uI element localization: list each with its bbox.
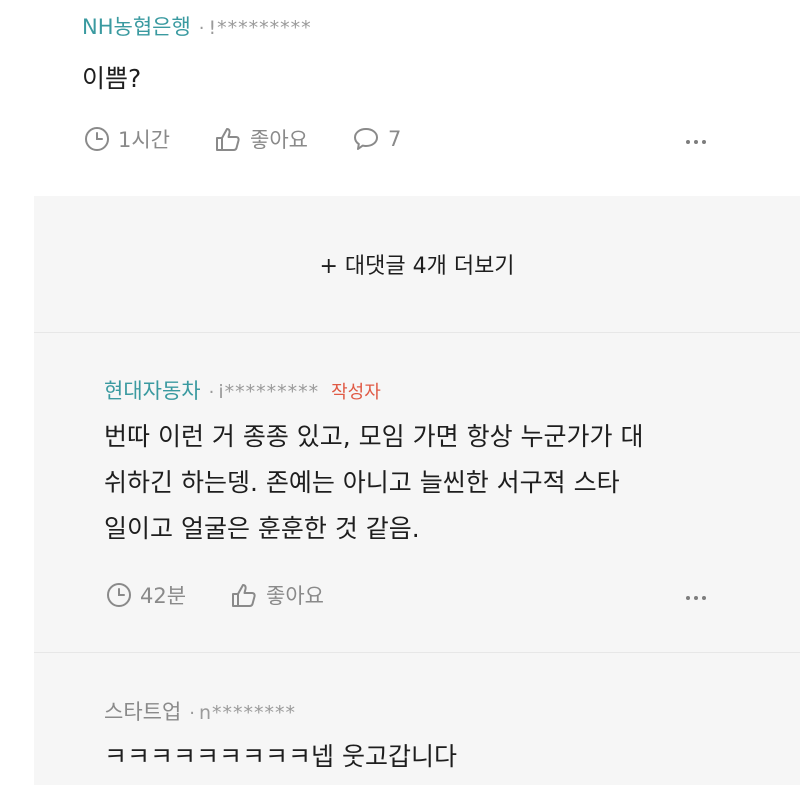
author-company-name[interactable]: 현대자동차 — [104, 375, 201, 405]
reply-text-line: 번따 이런 거 종종 있고, 모임 가면 항상 누군가가 대 — [104, 422, 644, 451]
author-company-name[interactable]: 스타트업 — [104, 696, 181, 726]
reply-author-line: 스타트업 · n******** — [104, 696, 296, 726]
comment-thread: NH농협은행 · !********* 이쁨? 1시간 좋아요 7 + 대댓글 … — [0, 0, 800, 785]
author-separator: · — [189, 703, 196, 724]
thumbs-up-icon — [214, 126, 250, 152]
author-separator: · — [208, 382, 215, 403]
like-button[interactable]: 좋아요 — [230, 580, 324, 610]
author-masked-id: i********* — [218, 381, 320, 403]
author-badge: 작성자 — [331, 382, 381, 403]
reply-time: 42분 — [106, 580, 186, 610]
reply-count: 7 — [387, 127, 402, 151]
clock-icon — [84, 126, 118, 152]
time-label: 1시간 — [118, 128, 171, 152]
comment-time: 1시간 — [84, 124, 170, 154]
comment-meta: 1시간 좋아요 7 — [84, 124, 445, 154]
comment-text: 이쁨? — [82, 64, 142, 93]
thumbs-up-icon — [230, 582, 266, 608]
author-company-name[interactable]: NH농협은행 — [82, 11, 191, 41]
author-masked-id: n******** — [199, 702, 297, 724]
more-dots-icon[interactable] — [684, 590, 708, 606]
time-label: 42분 — [140, 584, 187, 608]
reply-meta: 42분 좋아요 — [106, 580, 368, 610]
divider — [34, 652, 800, 653]
like-label: 좋아요 — [250, 128, 308, 152]
replies-section: + 대댓글 4개 더보기 현대자동차 · i********* 작성자 번따 이… — [34, 196, 800, 785]
reply-button[interactable]: 7 — [352, 126, 401, 152]
author-masked-id: !********* — [208, 17, 312, 39]
reply-text-line: 일이고 얼굴은 훈훈한 것 같음. — [104, 514, 420, 543]
speech-bubble-icon — [352, 126, 388, 152]
more-replies-label: + 대댓글 4개 더보기 — [319, 254, 515, 279]
author-separator: · — [198, 18, 205, 39]
reply-text: ㅋㅋㅋㅋㅋㅋㅋㅋㅋ넵 웃고갑니다 — [104, 742, 457, 771]
like-label: 좋아요 — [266, 584, 325, 608]
reply-author-line: 현대자동차 · i********* 작성자 — [104, 375, 381, 405]
reply-text: 번따 이런 거 종종 있고, 모임 가면 항상 누군가가 대 쉬하긴 하는뎅. … — [104, 414, 643, 552]
clock-icon — [106, 582, 140, 608]
more-replies-button[interactable]: + 대댓글 4개 더보기 — [34, 196, 800, 332]
like-button[interactable]: 좋아요 — [214, 124, 308, 154]
reply-text-line: 쉬하긴 하는뎅. 존예는 아니고 늘씬한 서구적 스타 — [104, 468, 620, 497]
divider — [34, 332, 800, 333]
more-dots-icon[interactable] — [684, 134, 708, 150]
comment-author-line: NH농협은행 · !********* — [82, 11, 312, 41]
comment-item: NH농협은행 · !********* 이쁨? 1시간 좋아요 7 — [0, 0, 800, 196]
